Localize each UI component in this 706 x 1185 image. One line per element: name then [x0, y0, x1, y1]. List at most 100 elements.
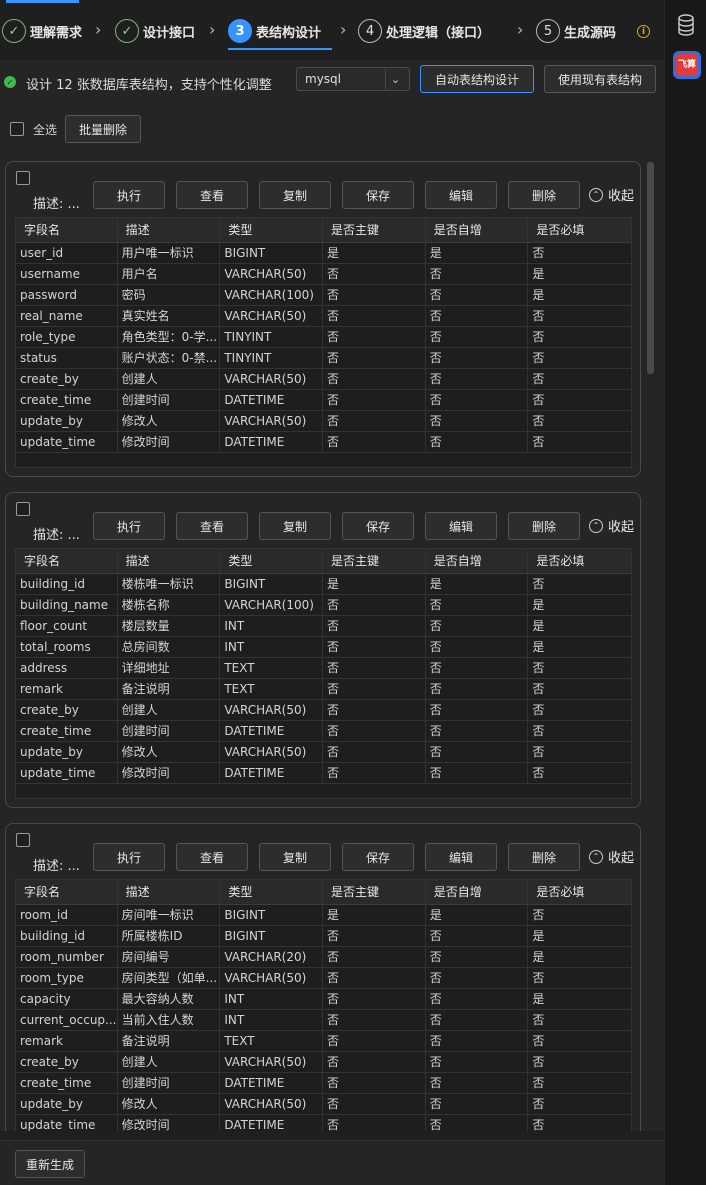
table-row[interactable]: current_occup... 当前入住人数 INT 否否否 — [16, 1010, 631, 1031]
table-description[interactable]: 描述: ... — [33, 524, 80, 543]
step-design-interface[interactable]: ✓ 设计接口 — [115, 18, 195, 44]
auto-table-design-button[interactable]: 自动表结构设计 — [420, 65, 534, 93]
table-cell: 否 — [323, 658, 426, 678]
database-icon[interactable] — [677, 14, 695, 36]
delete-button[interactable]: 删除 — [508, 512, 580, 540]
table-row[interactable]: real_name 真实姓名 VARCHAR(50) 否否否 — [16, 306, 631, 327]
step-understand-requirements[interactable]: ✓ 理解需求 — [2, 18, 82, 44]
table-row[interactable]: room_id 房间唯一标识 BIGINT 是是否 — [16, 905, 631, 926]
save-button[interactable]: 保存 — [342, 843, 414, 871]
step-generate-source[interactable]: 5 生成源码 — [536, 18, 616, 44]
regenerate-button[interactable]: 重新生成 — [15, 1150, 85, 1178]
table-list-scroll-area[interactable]: 描述: ... 执行 查看 复制 保存 编辑 删除 ⌃ 收起 字段名 描述 类型 是否主键 是否自增 是否必… — [0, 151, 664, 1131]
table-row[interactable]: update_by 修改人 VARCHAR(50) 否否否 — [16, 742, 631, 763]
batch-delete-button[interactable]: 批量删除 — [65, 115, 141, 143]
step-processing-logic[interactable]: 4 处理逻辑（接口） — [358, 18, 490, 44]
table-row[interactable]: update_time 修改时间 DATETIME 否否否 — [16, 432, 631, 453]
database-type-select[interactable]: mysql ⌄ — [296, 67, 410, 91]
table-select-checkbox[interactable] — [16, 171, 30, 185]
table-row[interactable]: update_by 修改人 VARCHAR(50) 否否否 — [16, 411, 631, 432]
step-table-design[interactable]: 3 表结构设计 — [228, 18, 321, 44]
table-row[interactable]: update_time 修改时间 DATETIME 否否否 — [16, 1115, 631, 1131]
table-row[interactable]: create_by 创建人 VARCHAR(50) 否否否 — [16, 369, 631, 390]
edit-button[interactable]: 编辑 — [425, 512, 497, 540]
table-row[interactable]: create_by 创建人 VARCHAR(50) 否否否 — [16, 700, 631, 721]
table-row[interactable]: building_id 楼栋唯一标识 BIGINT 是是否 — [16, 574, 631, 595]
column-header[interactable]: 字段名 — [16, 880, 118, 904]
column-header[interactable]: 字段名 — [16, 218, 118, 242]
collapse-toggle[interactable]: ⌃ 收起 — [589, 185, 634, 204]
table-row[interactable]: room_number 房间编号 VARCHAR(20) 否否是 — [16, 947, 631, 968]
table-row[interactable]: create_time 创建时间 DATETIME 否否否 — [16, 390, 631, 411]
table-row[interactable]: remark 备注说明 TEXT 否否否 — [16, 679, 631, 700]
table-row[interactable]: remark 备注说明 TEXT 否否否 — [16, 1031, 631, 1052]
edit-button[interactable]: 编辑 — [425, 843, 497, 871]
save-button[interactable]: 保存 — [342, 181, 414, 209]
table-row[interactable]: update_time 修改时间 DATETIME 否否否 — [16, 763, 631, 784]
table-cell: 否 — [323, 432, 426, 452]
view-button[interactable]: 查看 — [176, 181, 248, 209]
table-select-checkbox[interactable] — [16, 502, 30, 516]
edit-button[interactable]: 编辑 — [425, 181, 497, 209]
table-row[interactable]: create_time 创建时间 DATETIME 否否否 — [16, 721, 631, 742]
execute-button[interactable]: 执行 — [93, 181, 165, 209]
table-row[interactable]: create_time 创建时间 DATETIME 否否否 — [16, 1073, 631, 1094]
table-row[interactable]: room_type 房间类型（如单... VARCHAR(50) 否否否 — [16, 968, 631, 989]
table-cell: 否 — [323, 1115, 426, 1131]
table-row[interactable]: update_by 修改人 VARCHAR(50) 否否否 — [16, 1094, 631, 1115]
table-row[interactable]: username 用户名 VARCHAR(50) 否否是 — [16, 264, 631, 285]
column-header[interactable]: 是否自增 — [426, 549, 529, 573]
table-cell: 否 — [532, 971, 545, 985]
column-header[interactable]: 类型 — [220, 218, 324, 242]
column-header[interactable]: 是否主键 — [323, 549, 426, 573]
column-header[interactable]: 是否自增 — [426, 218, 529, 242]
column-header[interactable]: 是否主键 — [323, 880, 426, 904]
copy-button[interactable]: 复制 — [259, 843, 331, 871]
table-row[interactable]: floor_count 楼层数量 INT 否否是 — [16, 616, 631, 637]
use-existing-tables-button[interactable]: 使用现有表结构 — [544, 65, 656, 93]
table-row[interactable]: password 密码 VARCHAR(100) 否否是 — [16, 285, 631, 306]
column-header[interactable]: 描述 — [118, 880, 221, 904]
table-description[interactable]: 描述: ... — [33, 855, 80, 874]
save-button[interactable]: 保存 — [342, 512, 414, 540]
table-row[interactable]: status 账户状态：0-禁... TINYINT 否否否 — [16, 348, 631, 369]
column-header[interactable]: 是否主键 — [323, 218, 426, 242]
table-row[interactable]: address 详细地址 TEXT 否否否 — [16, 658, 631, 679]
view-button[interactable]: 查看 — [176, 843, 248, 871]
table-select-checkbox[interactable] — [16, 833, 30, 847]
execute-button[interactable]: 执行 — [93, 843, 165, 871]
table-row[interactable]: building_name 楼栋名称 VARCHAR(100) 否否是 — [16, 595, 631, 616]
select-all-checkbox[interactable] — [10, 122, 24, 136]
collapse-toggle[interactable]: ⌃ 收起 — [589, 516, 634, 535]
column-header[interactable]: 描述 — [118, 549, 221, 573]
table-cell: building_name — [16, 595, 118, 615]
table-cell: 房间唯一标识 — [118, 905, 221, 925]
table-row[interactable]: role_type 角色类型：0-学... TINYINT 否否否 — [16, 327, 631, 348]
table-row[interactable]: create_by 创建人 VARCHAR(50) 否否否 — [16, 1052, 631, 1073]
delete-button[interactable]: 删除 — [508, 843, 580, 871]
table-row[interactable]: building_id 所属楼栋ID BIGINT 否否是 — [16, 926, 631, 947]
vertical-scrollbar-thumb[interactable] — [647, 162, 654, 374]
column-header[interactable]: 是否自增 — [426, 880, 529, 904]
copy-button[interactable]: 复制 — [259, 181, 331, 209]
delete-button[interactable]: 删除 — [508, 181, 580, 209]
column-header[interactable]: 类型 — [220, 880, 324, 904]
info-icon[interactable]: i — [637, 25, 650, 38]
column-header[interactable]: 类型 — [220, 549, 324, 573]
table-cell: 否 — [426, 700, 529, 720]
table-row[interactable]: total_rooms 总房间数 INT 否否是 — [16, 637, 631, 658]
execute-button[interactable]: 执行 — [93, 512, 165, 540]
view-button[interactable]: 查看 — [176, 512, 248, 540]
column-header[interactable]: 是否必填 — [528, 880, 631, 904]
feisuan-app-icon[interactable]: 飞算 — [673, 51, 701, 79]
column-header[interactable]: 描述 — [118, 218, 221, 242]
column-header[interactable]: 是否必填 — [528, 218, 631, 242]
table-description[interactable]: 描述: ... — [33, 193, 80, 212]
table-row[interactable]: user_id 用户唯一标识 BIGINT 是是否 — [16, 243, 631, 264]
column-header[interactable]: 是否必填 — [528, 549, 631, 573]
copy-button[interactable]: 复制 — [259, 512, 331, 540]
column-header[interactable]: 字段名 — [16, 549, 118, 573]
collapse-toggle[interactable]: ⌃ 收起 — [589, 847, 634, 866]
table-cell: 否 — [323, 763, 426, 783]
table-row[interactable]: capacity 最大容纳人数 INT 否否是 — [16, 989, 631, 1010]
